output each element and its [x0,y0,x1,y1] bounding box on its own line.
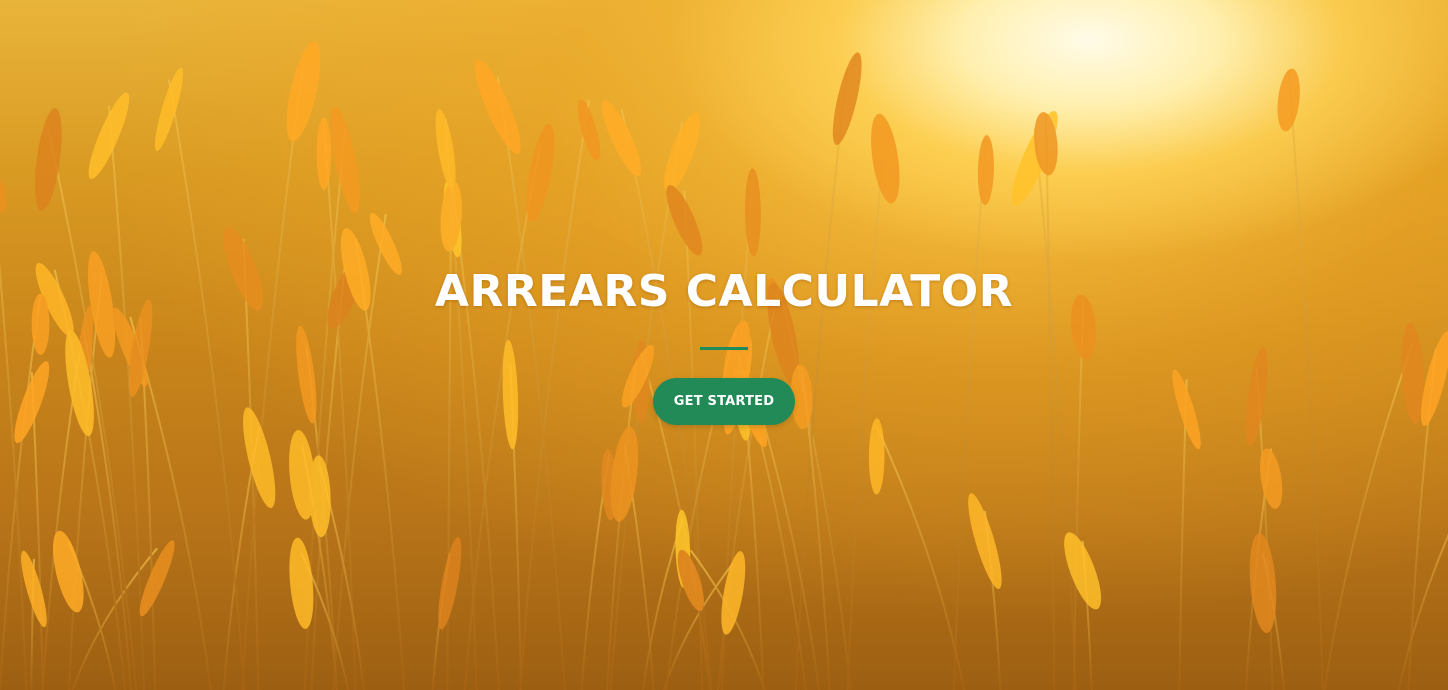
wheat-ear [721,551,746,635]
page-title: ARREARS CALCULATOR [434,266,1014,317]
wheat-ear [868,418,885,495]
wheat-ear [34,108,62,211]
wheat-ear [88,92,130,180]
wheat-ear [664,112,701,193]
wheat-ear [1277,68,1300,132]
wheat-stem [71,547,158,690]
wheat-stem [875,425,966,690]
wheat-stem [1397,533,1448,690]
wheat-ear [309,455,331,538]
wheat-ear [474,59,521,154]
hero-content: ARREARS CALCULATOR GET STARTED [0,262,1448,425]
wheat-ear [154,67,184,152]
title-divider [700,347,748,350]
wheat-ear [526,123,555,222]
hero-section: ARREARS CALCULATOR GET STARTED [0,0,1448,690]
get-started-button[interactable]: GET STARTED [653,378,795,425]
wheat-ear [977,135,994,206]
wheat-ear [577,99,601,161]
wheat-ear [871,113,900,204]
wheat-ear [1259,448,1283,509]
wheat-ear [316,117,332,190]
wheat-ear [832,52,862,145]
wheat-ear [435,108,456,189]
wheat-ear [0,156,7,214]
wheat-ear [438,537,462,630]
wheat-ear [968,493,1002,589]
